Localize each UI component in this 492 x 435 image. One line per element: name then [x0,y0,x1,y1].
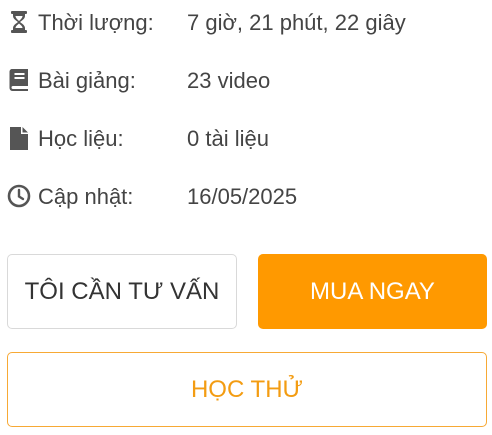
lectures-value: 23 video [187,68,271,93]
hourglass-icon [7,10,31,34]
buy-now-button[interactable]: MUA NGAY [258,254,487,329]
buy-now-button-label: MUA NGAY [310,277,435,305]
duration-value: 7 giờ, 21 phút, 22 giây [187,10,406,35]
duration-label: Thời lượng: [38,10,154,35]
file-icon [7,126,31,150]
info-row-duration: Thời lượng: 7 giờ, 21 phút, 22 giây [7,0,487,58]
info-row-materials: Học liệu: 0 tài liệu [7,116,487,174]
clock-icon [7,184,31,208]
updated-value: 16/05/2025 [187,184,298,209]
materials-label: Học liệu: [38,126,124,151]
updated-label: Cập nhật: [38,184,134,209]
consult-button-label: TÔI CẦN TƯ VẤN [24,277,220,305]
info-row-lectures: Bài giảng: 23 video [7,58,487,116]
trial-button[interactable]: HỌC THỬ [7,352,487,427]
info-row-updated: Cập nhật: 16/05/2025 [7,174,487,232]
lectures-label: Bài giảng: [38,68,136,93]
trial-button-label: HỌC THỬ [190,375,304,403]
course-info-list: Thời lượng: 7 giờ, 21 phút, 22 giây Bài … [7,0,487,232]
book-icon [7,68,31,92]
consult-button[interactable]: TÔI CẦN TƯ VẤN [7,254,237,329]
materials-value: 0 tài liệu [187,126,269,151]
